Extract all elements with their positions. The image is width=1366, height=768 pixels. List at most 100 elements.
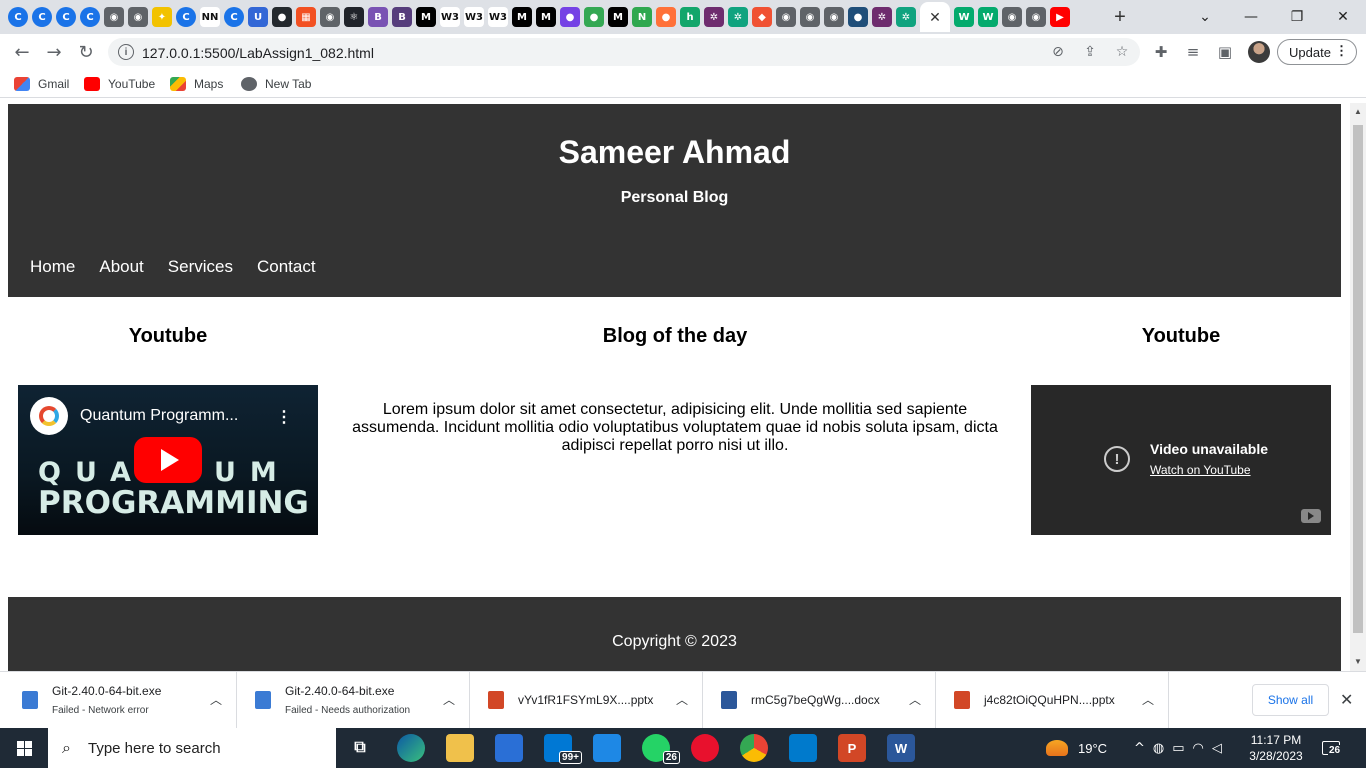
- w3-icon[interactable]: W: [954, 7, 974, 27]
- download-item[interactable]: Git-2.40.0-64-bit.exe Failed - Network e…: [4, 672, 237, 729]
- medium-icon[interactable]: M: [512, 7, 532, 27]
- youtube-logo-icon[interactable]: [1301, 509, 1321, 523]
- bookmark-youtube[interactable]: YouTube: [84, 76, 155, 92]
- task-view-icon[interactable]: ⧉: [346, 734, 374, 762]
- scroll-down-arrow-icon[interactable]: ▼: [1354, 657, 1362, 666]
- meet-now-icon[interactable]: ◍: [1153, 741, 1164, 756]
- microsoft-icon[interactable]: ▦: [296, 7, 316, 27]
- chevron-up-icon[interactable]: ︿: [1142, 691, 1154, 708]
- github-icon[interactable]: ●: [272, 7, 292, 27]
- start-button[interactable]: [0, 728, 48, 768]
- download-item[interactable]: vYv1fR1FSYmL9X....pptx ︿: [470, 672, 703, 729]
- globe-icon[interactable]: ◉: [824, 7, 844, 27]
- wifi-icon[interactable]: ◠: [1193, 741, 1204, 756]
- back-icon[interactable]: ←: [10, 40, 34, 64]
- chevron-up-icon[interactable]: ^: [1134, 741, 1145, 756]
- openai-icon[interactable]: ✲: [728, 7, 748, 27]
- forward-icon[interactable]: →: [42, 40, 66, 64]
- watch-on-youtube-link[interactable]: Watch on YouTube: [1150, 463, 1251, 477]
- medium-icon[interactable]: M: [536, 7, 556, 27]
- page-scrollbar[interactable]: ▲ ▼: [1350, 103, 1366, 671]
- close-icon[interactable]: ✕: [1340, 690, 1353, 709]
- update-button[interactable]: Update ⋮: [1277, 39, 1357, 65]
- chevron-up-icon[interactable]: ︿: [443, 691, 455, 708]
- google-icon[interactable]: C: [56, 7, 76, 27]
- extensions-icon[interactable]: ✚: [1151, 42, 1171, 62]
- bookmark-star-icon[interactable]: ☆: [1114, 44, 1130, 60]
- globe-icon[interactable]: ◉: [1002, 7, 1022, 27]
- url-text[interactable]: 127.0.0.1:5500/LabAssign1_082.html: [142, 45, 374, 61]
- weather-widget[interactable]: 19°C: [1046, 728, 1107, 768]
- w3-icon[interactable]: W: [978, 7, 998, 27]
- close-window-button[interactable]: ✕: [1320, 0, 1366, 34]
- chevron-up-icon[interactable]: ︿: [909, 691, 921, 708]
- powerpoint-icon[interactable]: P: [838, 734, 866, 762]
- more-options-icon[interactable]: ⋮: [276, 407, 292, 427]
- globe-icon[interactable]: ◉: [800, 7, 820, 27]
- nn-icon[interactable]: NN: [200, 7, 220, 27]
- bulb-icon[interactable]: ✦: [152, 7, 172, 27]
- media-player-icon[interactable]: [593, 734, 621, 762]
- w3schools-icon[interactable]: W3: [488, 7, 508, 27]
- google-icon[interactable]: C: [176, 7, 196, 27]
- nav-home[interactable]: Home: [30, 257, 75, 277]
- store-icon[interactable]: [495, 734, 523, 762]
- avatar-icon[interactable]: ●: [848, 7, 868, 27]
- youtube-embed-left[interactable]: QUANTUM PROGRAMMING Quantum Programm... …: [18, 385, 318, 535]
- youtube-icon[interactable]: ▶: [1050, 7, 1070, 27]
- download-item[interactable]: j4c82tOiQQuHPN....pptx ︿: [936, 672, 1169, 729]
- whatsapp-icon[interactable]: 26: [642, 734, 680, 764]
- openai-icon[interactable]: ✲: [704, 7, 724, 27]
- google-icon[interactable]: C: [224, 7, 244, 27]
- youtube-embed-right[interactable]: ! Video unavailable Watch on YouTube: [1031, 385, 1331, 535]
- n-icon[interactable]: N: [632, 7, 652, 27]
- globe-icon[interactable]: ◉: [320, 7, 340, 27]
- globe-icon[interactable]: ◉: [104, 7, 124, 27]
- vscode-icon[interactable]: [789, 734, 817, 762]
- scrollbar-thumb[interactable]: [1353, 125, 1363, 633]
- battery-icon[interactable]: ▭: [1172, 741, 1184, 756]
- edge-icon[interactable]: [397, 734, 425, 762]
- reload-icon[interactable]: ↻: [74, 40, 98, 64]
- mail-icon[interactable]: 99+: [544, 734, 582, 764]
- download-item[interactable]: Git-2.40.0-64-bit.exe Failed - Needs aut…: [237, 672, 470, 729]
- openai-icon[interactable]: ✲: [896, 7, 916, 27]
- download-item[interactable]: rmC5g7beQgWg....docx ︿: [703, 672, 936, 729]
- w3schools-icon[interactable]: W3: [440, 7, 460, 27]
- medium-icon[interactable]: M: [416, 7, 436, 27]
- reading-list-icon[interactable]: ≡: [1183, 42, 1203, 62]
- file-explorer-icon[interactable]: [446, 734, 474, 762]
- chevron-up-icon[interactable]: ︿: [210, 691, 222, 708]
- git-icon[interactable]: ◆: [752, 7, 772, 27]
- bookmark-gmail[interactable]: Gmail: [14, 76, 69, 92]
- side-panel-icon[interactable]: ▣: [1215, 42, 1235, 62]
- nav-about[interactable]: About: [99, 257, 143, 277]
- video-title[interactable]: Quantum Programm...: [80, 407, 238, 425]
- profile-avatar[interactable]: [1248, 41, 1270, 63]
- show-all-button[interactable]: Show all: [1252, 684, 1329, 716]
- word-icon[interactable]: W: [887, 734, 915, 762]
- new-tab-button[interactable]: +: [1108, 5, 1132, 29]
- taskbar-search[interactable]: ⌕ Type here to search: [48, 728, 336, 768]
- address-bar[interactable]: i 127.0.0.1:5500/LabAssign1_082.html ⊘ ⇪…: [108, 38, 1140, 66]
- google-icon[interactable]: C: [80, 7, 100, 27]
- u-icon[interactable]: U: [248, 7, 268, 27]
- openai-icon[interactable]: ✲: [872, 7, 892, 27]
- chrome-icon[interactable]: ●: [584, 7, 604, 27]
- nav-services[interactable]: Services: [168, 257, 233, 277]
- site-info-icon[interactable]: i: [118, 44, 134, 60]
- globe-icon[interactable]: ◉: [776, 7, 796, 27]
- google-icon[interactable]: C: [8, 7, 28, 27]
- clock[interactable]: 11:17 PM 3/28/2023: [1246, 732, 1306, 764]
- bootstrap-icon[interactable]: B: [368, 7, 388, 27]
- bootstrap-icon[interactable]: B: [392, 7, 412, 27]
- firefox-icon[interactable]: ●: [656, 7, 676, 27]
- globe-icon[interactable]: ◉: [1026, 7, 1046, 27]
- globe-icon[interactable]: ◉: [128, 7, 148, 27]
- scroll-up-arrow-icon[interactable]: ▲: [1354, 107, 1362, 116]
- nav-contact[interactable]: Contact: [257, 257, 316, 277]
- w3schools-icon[interactable]: W3: [464, 7, 484, 27]
- notification-center[interactable]: 26: [1322, 728, 1342, 768]
- h-icon[interactable]: h: [680, 7, 700, 27]
- tracking-off-icon[interactable]: ⊘: [1050, 44, 1066, 60]
